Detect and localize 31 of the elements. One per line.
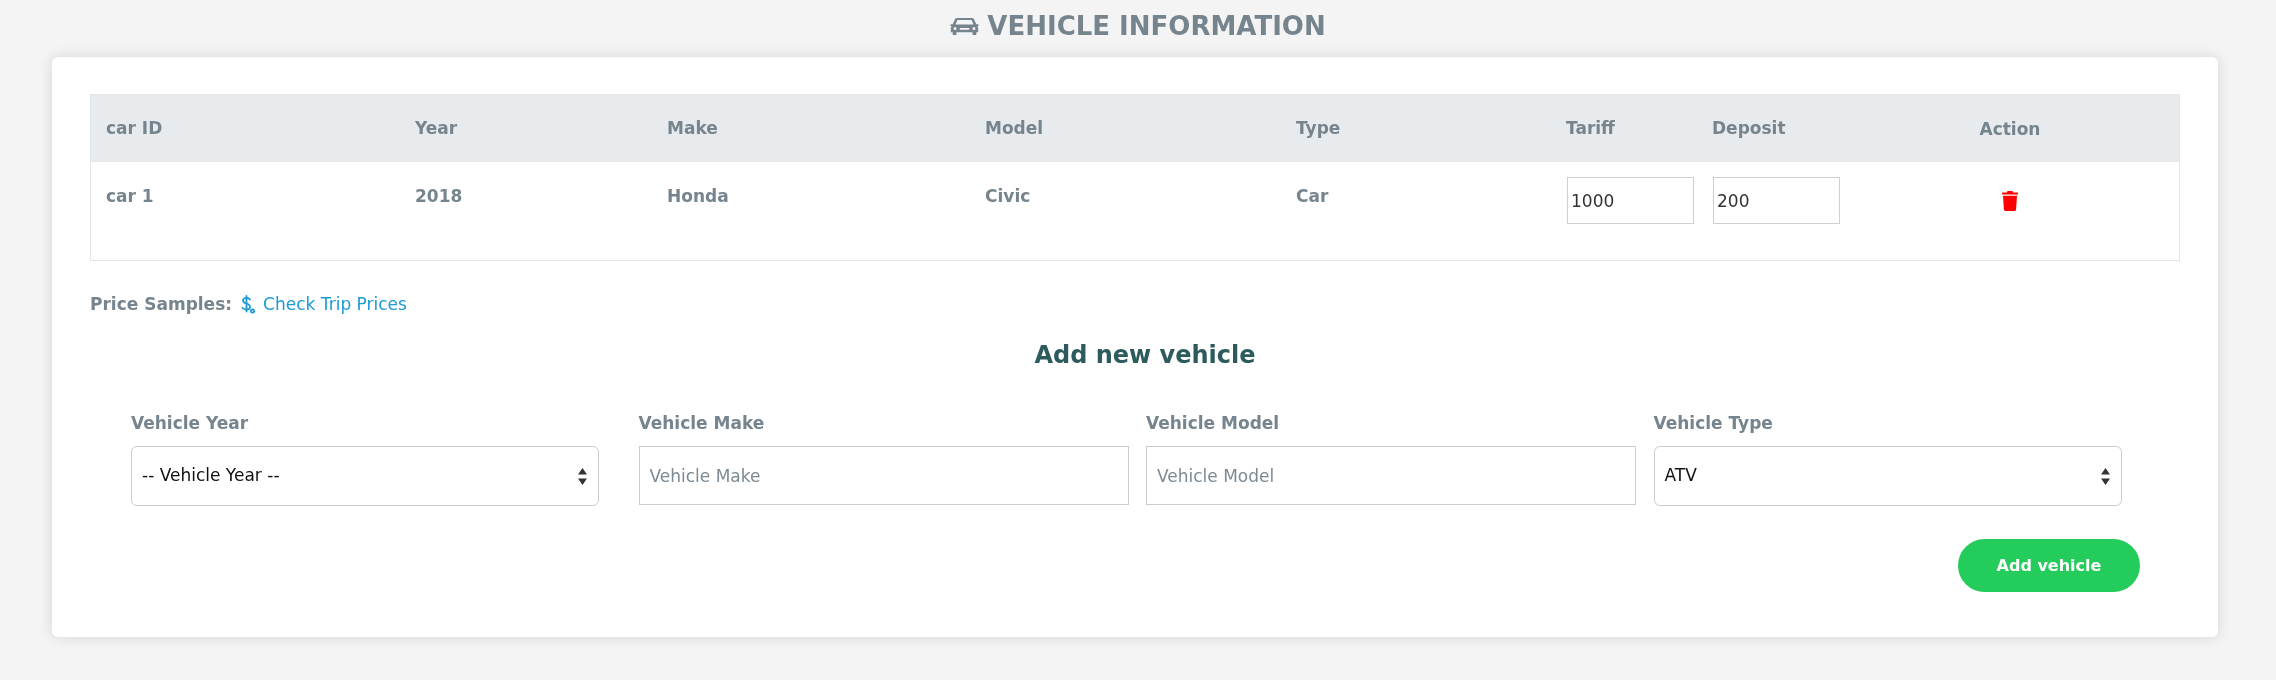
dollar-icon	[241, 294, 256, 314]
field-label: Vehicle Type	[1653, 413, 1773, 433]
input-field[interactable]: Vehicle Make	[638, 446, 1129, 505]
price-samples-label: Price Samples:	[90, 294, 233, 314]
select-field[interactable]: ATV	[1653, 446, 2122, 506]
car-icon	[950, 17, 980, 35]
page-title: VEHICLE INFORMATION	[987, 10, 1326, 42]
column-header: Action	[1979, 118, 2041, 139]
column-header: Year	[415, 117, 458, 138]
field-label: Vehicle Year	[131, 413, 249, 433]
column-header: car ID	[106, 117, 163, 138]
table-cell: car 1	[106, 186, 154, 206]
section-title: Add new vehicle	[1034, 340, 1256, 370]
table-cell: Honda	[667, 186, 729, 206]
table-cell: Car	[1296, 186, 1329, 206]
table-cell: 2018	[415, 186, 463, 206]
column-header: Model	[985, 117, 1044, 138]
trash-icon[interactable]	[2002, 191, 2018, 211]
input-field[interactable]: Vehicle Model	[1146, 446, 1636, 505]
table-input-field[interactable]: 200	[1713, 177, 1840, 224]
table-cell: Civic	[985, 186, 1031, 206]
field-label: Vehicle Make	[638, 413, 765, 433]
sort-arrows-icon	[578, 467, 587, 485]
table-input-field[interactable]: 1000	[1567, 177, 1694, 224]
column-header: Type	[1296, 117, 1341, 138]
column-header: Tariff	[1566, 117, 1615, 138]
select-field[interactable]: -- Vehicle Year --	[131, 446, 599, 506]
column-header: Deposit	[1712, 117, 1786, 138]
sort-arrows-icon	[2100, 467, 2110, 485]
field-label: Vehicle Model	[1146, 413, 1280, 433]
column-header: Make	[667, 117, 718, 138]
